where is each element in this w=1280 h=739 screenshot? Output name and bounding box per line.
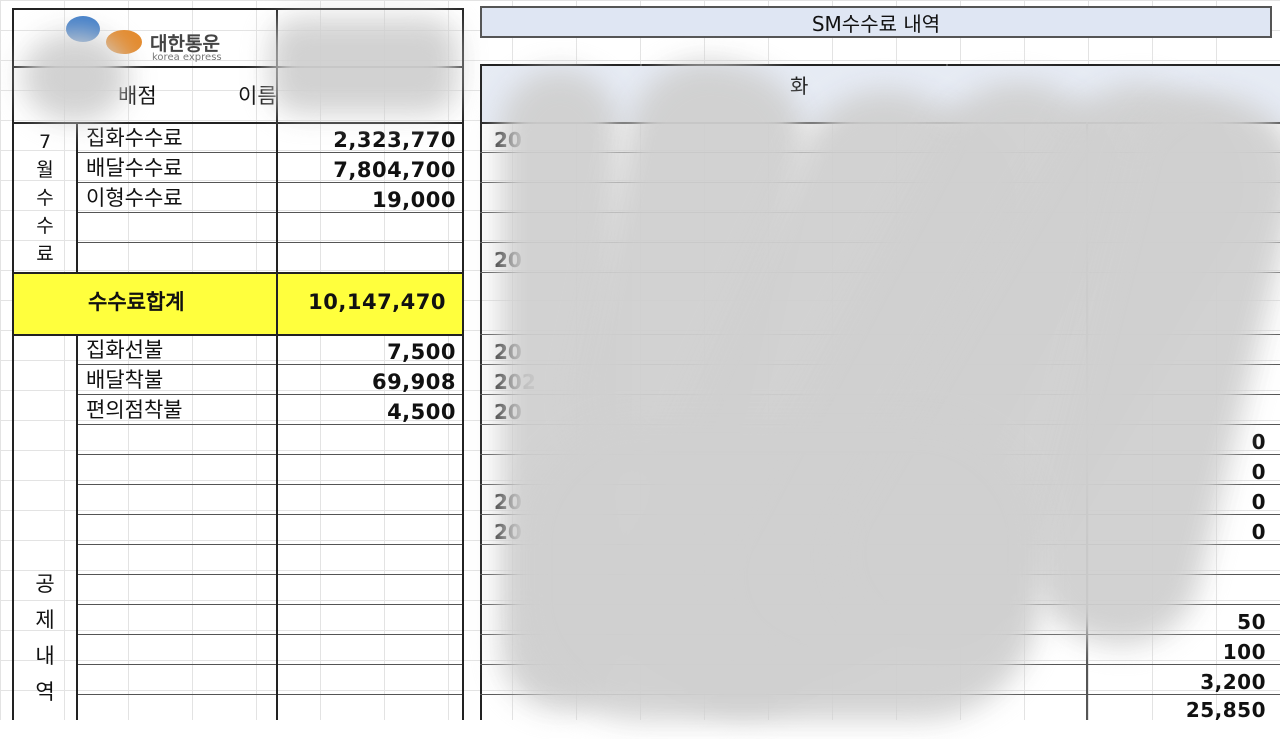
month-char: 료 [36, 243, 54, 265]
fee-value: 7,804,700 [333, 158, 456, 182]
panel-title: SM수수료 내역 [480, 6, 1272, 38]
privacy-blur-stroke [520, 420, 1040, 720]
deduction-value: 4,500 [387, 400, 456, 424]
deduction-label: 집화선불 [86, 338, 164, 362]
amount-fragment: 3,200 [1200, 670, 1266, 694]
amount-fragment: 100 [1222, 640, 1266, 664]
deduction-char: 공 [35, 572, 55, 596]
total-value: 10,147,470 [308, 290, 446, 314]
total-label: 수수료합계 [88, 290, 185, 314]
month-char: 수 [36, 215, 54, 237]
deduction-char: 내 [35, 644, 55, 668]
fee-value: 2,323,770 [333, 128, 456, 152]
amount-fragment: 25,850 [1185, 698, 1266, 722]
month-char: 월 [36, 159, 54, 181]
month-fee-label: 7 월 수 수 료 [30, 128, 60, 268]
month-char: 수 [36, 187, 54, 209]
privacy-blur-name [270, 18, 458, 114]
deduction-char: 역 [35, 680, 55, 704]
fee-value: 19,000 [371, 188, 456, 212]
month-char: 7 [38, 131, 52, 153]
deduction-value: 7,500 [387, 340, 456, 364]
deduction-value: 69,908 [371, 370, 456, 394]
panel-header-partial: 화 [790, 74, 809, 98]
deduction-char: 제 [35, 608, 55, 632]
fee-label: 배달수수료 [86, 156, 183, 180]
fee-label: 이형수수료 [86, 186, 183, 210]
fee-label: 집화수수료 [86, 126, 183, 150]
privacy-blur-logo [22, 32, 128, 122]
deduction-label: 배달착불 [86, 368, 164, 392]
deduction-label: 편의점착불 [86, 398, 183, 422]
company-subtitle: korea express [152, 52, 222, 63]
deduction-section-label: 공 제 내 역 [30, 566, 60, 710]
